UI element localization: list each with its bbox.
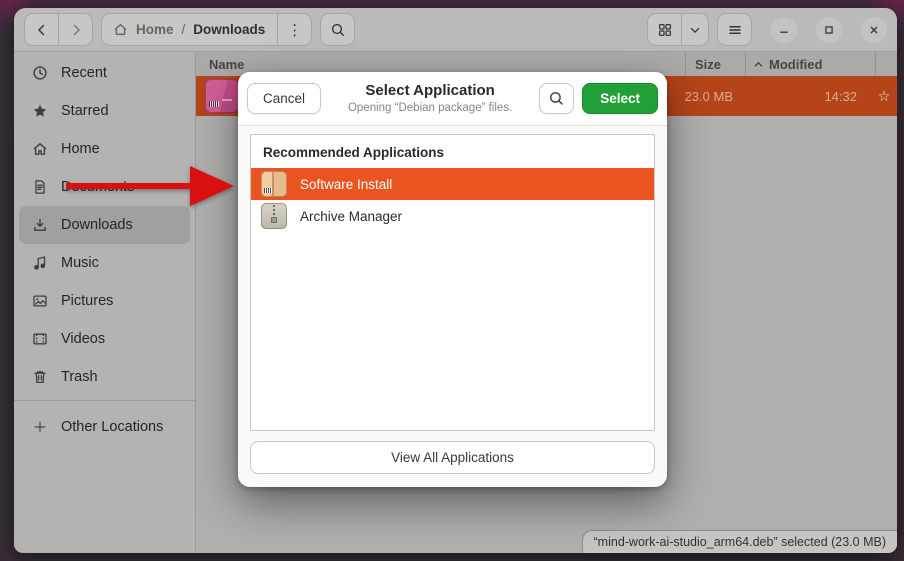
selection-status-bar: “mind-work-ai-studio_arm64.deb” selected… <box>582 530 897 553</box>
sidebar-label: Recent <box>61 65 107 81</box>
grid-view-icon <box>657 22 673 38</box>
search-icon <box>548 90 565 107</box>
chevron-left-icon <box>34 22 50 38</box>
column-header-star <box>875 52 897 76</box>
breadcrumb-separator: / <box>182 22 186 37</box>
dialog-title: Select Application <box>329 81 531 101</box>
clock-icon <box>32 65 48 81</box>
desktop-background: Home / Downloads ⋮ <box>0 0 904 561</box>
sort-ascending-icon <box>753 59 764 70</box>
sidebar-item-videos[interactable]: Videos <box>19 320 190 358</box>
home-icon <box>113 22 128 37</box>
maximize-button[interactable] <box>816 17 842 43</box>
close-button[interactable] <box>861 17 887 43</box>
star-icon <box>32 103 48 119</box>
dialog-body: Recommended Applications Software Instal… <box>238 126 667 487</box>
column-label: Modified <box>769 57 822 72</box>
sidebar: Recent Starred Home Documents Downloads <box>14 52 196 552</box>
maximize-icon <box>822 23 836 37</box>
select-application-dialog: Cancel Select Application Opening “Debia… <box>238 72 667 487</box>
barcode-decoration <box>209 101 219 107</box>
deb-package-icon <box>205 79 239 113</box>
breadcrumb-home[interactable]: Home <box>136 22 174 37</box>
sidebar-item-starred[interactable]: Starred <box>19 92 190 130</box>
history-nav-group <box>24 13 93 46</box>
dialog-title-block: Select Application Opening “Debian packa… <box>329 81 531 115</box>
location-menu-button[interactable]: ⋮ <box>278 14 311 45</box>
sidebar-item-recent[interactable]: Recent <box>19 54 190 92</box>
main-menu-button[interactable] <box>717 13 752 46</box>
view-all-applications-button[interactable]: View All Applications <box>250 441 655 474</box>
hamburger-menu-icon <box>727 22 743 38</box>
minimize-icon <box>777 23 791 37</box>
status-text: “mind-work-ai-studio_arm64.deb” selected… <box>594 535 886 549</box>
app-name: Archive Manager <box>300 209 402 224</box>
breadcrumb-current[interactable]: Downloads <box>193 22 265 37</box>
sidebar-label: Downloads <box>61 217 133 233</box>
select-button[interactable]: Select <box>582 83 658 114</box>
sidebar-label: Other Locations <box>61 419 163 435</box>
software-install-icon <box>261 171 287 197</box>
red-arrow-annotation <box>60 160 240 212</box>
sidebar-item-other-locations[interactable]: Other Locations <box>19 408 190 446</box>
path-bar[interactable]: Home / Downloads <box>113 14 277 45</box>
close-icon <box>867 23 881 37</box>
file-modified-cell: 14:32 <box>741 89 871 104</box>
sidebar-divider <box>14 400 195 401</box>
app-name: Software Install <box>300 177 392 192</box>
document-icon <box>32 179 48 195</box>
column-header-size[interactable]: Size <box>685 52 745 76</box>
sidebar-item-music[interactable]: Music <box>19 244 190 282</box>
sidebar-label: Starred <box>61 103 109 119</box>
view-options-dropdown[interactable] <box>682 14 708 45</box>
app-row-software-install[interactable]: Software Install <box>251 168 654 200</box>
column-header-modified[interactable]: Modified <box>745 52 875 76</box>
archive-manager-icon <box>261 203 287 229</box>
sidebar-label: Pictures <box>61 293 113 309</box>
recommended-section-header: Recommended Applications <box>251 135 654 168</box>
sidebar-label: Trash <box>61 369 98 385</box>
grid-view-button[interactable] <box>648 14 681 45</box>
film-icon <box>32 331 48 347</box>
sidebar-label: Music <box>61 255 99 271</box>
picture-icon <box>32 293 48 309</box>
chevron-right-icon <box>68 22 84 38</box>
view-switcher-group <box>647 13 709 46</box>
breadcrumb: Home / Downloads ⋮ <box>101 13 312 46</box>
music-note-icon <box>32 255 48 271</box>
barcode-decoration <box>264 188 272 193</box>
back-button[interactable] <box>25 14 58 45</box>
chevron-down-icon <box>688 23 702 37</box>
titlebar: Home / Downloads ⋮ <box>14 8 897 52</box>
dialog-search-button[interactable] <box>539 83 574 114</box>
download-icon <box>32 217 48 233</box>
star-toggle-icon[interactable]: ☆ <box>871 88 897 105</box>
trash-icon <box>32 369 48 385</box>
app-row-archive-manager[interactable]: Archive Manager <box>251 200 654 232</box>
sidebar-label: Home <box>61 141 100 157</box>
application-list: Recommended Applications Software Instal… <box>250 134 655 431</box>
sidebar-item-trash[interactable]: Trash <box>19 358 190 396</box>
search-icon <box>330 22 346 38</box>
dialog-header: Cancel Select Application Opening “Debia… <box>238 72 667 126</box>
plus-icon <box>32 419 48 435</box>
home-icon <box>32 141 48 157</box>
dialog-subtitle: Opening “Debian package” files. <box>329 101 531 116</box>
cancel-button[interactable]: Cancel <box>247 83 321 114</box>
column-header-name[interactable]: Name <box>196 57 685 72</box>
sidebar-item-pictures[interactable]: Pictures <box>19 282 190 320</box>
column-label: Size <box>695 57 721 72</box>
forward-button[interactable] <box>59 14 92 45</box>
sidebar-label: Videos <box>61 331 105 347</box>
file-size-cell: 23.0 MB <box>681 89 741 104</box>
minimize-button[interactable] <box>771 17 797 43</box>
search-button[interactable] <box>320 13 355 46</box>
